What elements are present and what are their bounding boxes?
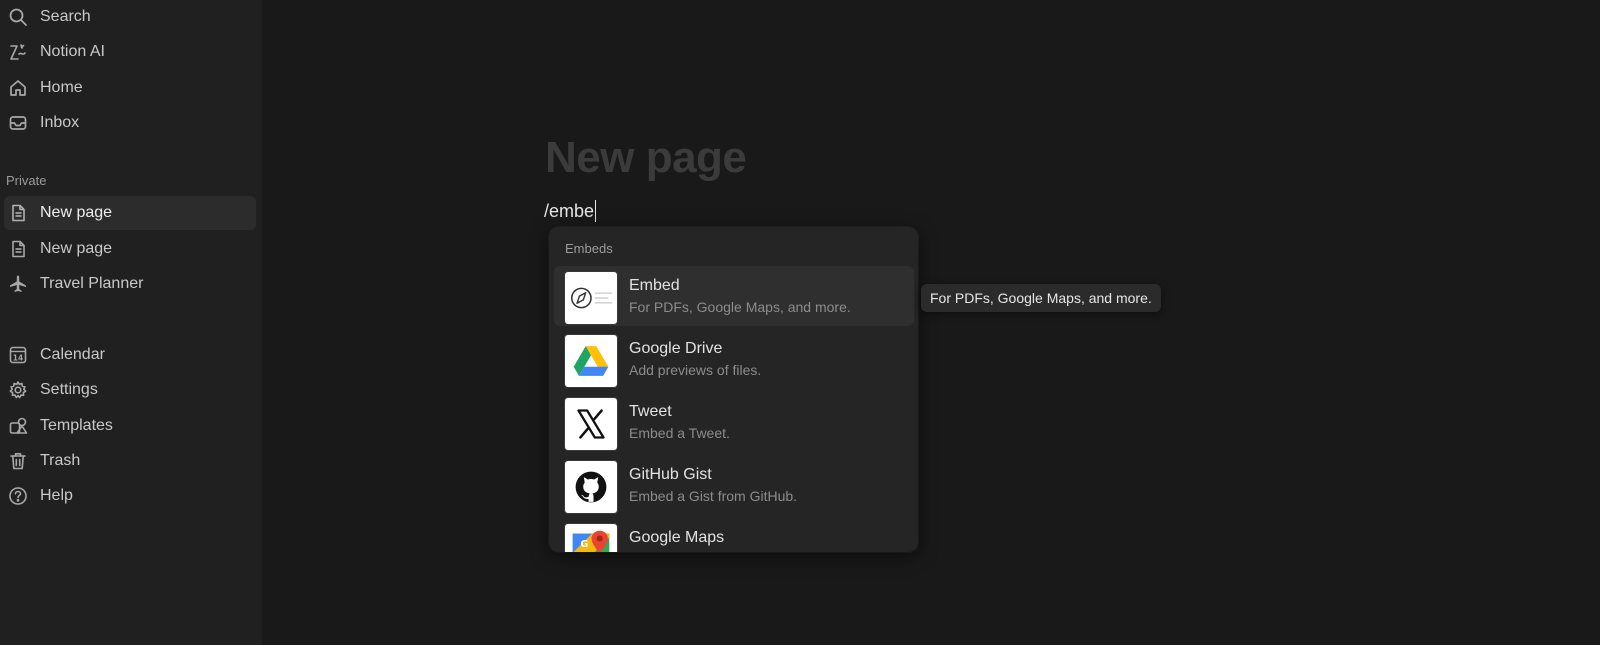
menu-item-title: Google Maps [629, 529, 725, 546]
home-icon [8, 78, 28, 98]
trash-icon [8, 451, 28, 471]
notion-ai-icon [8, 42, 28, 62]
menu-item-description: Add previews of files. [629, 362, 762, 378]
menu-item-embed[interactable]: Embed For PDFs, Google Maps, and more. [554, 266, 914, 326]
sidebar-item-label: Travel Planner [40, 275, 144, 292]
section-label-private: Private [6, 173, 47, 188]
menu-item-description: Embed a Tweet. [629, 425, 730, 441]
sidebar-item-label: New page [40, 204, 113, 221]
sidebar-item-trash[interactable]: Trash [4, 444, 256, 478]
compass-embed-icon [564, 271, 618, 325]
menu-item-google-drive[interactable]: Google Drive Add previews of files. [554, 329, 914, 389]
sidebar-item-inbox[interactable]: Inbox [4, 106, 256, 140]
inbox-icon [8, 113, 28, 133]
calendar-icon: 14 [8, 345, 28, 365]
sidebar-item-templates[interactable]: Templates [4, 409, 256, 443]
menu-item-title: Embed [629, 277, 680, 294]
slash-command-text: /embe [544, 200, 595, 221]
menu-item-title: Tweet [629, 403, 672, 420]
svg-text:14: 14 [13, 353, 23, 362]
gear-icon [8, 380, 28, 400]
sidebar-page-travel-planner[interactable]: Travel Planner [4, 267, 256, 301]
sidebar-item-label: New page [40, 240, 113, 257]
menu-item-description: For PDFs, Google Maps, and more. [629, 299, 851, 315]
sidebar-item-home[interactable]: Home [4, 71, 256, 105]
sidebar-item-label: Calendar [40, 346, 105, 363]
embeds-menu: Embeds Embed For PDFs, Google Maps, and … [549, 227, 918, 552]
text-caret [595, 200, 597, 222]
sidebar-item-settings[interactable]: Settings [4, 373, 256, 407]
search-icon [8, 7, 28, 27]
google-maps-icon: G [564, 523, 618, 552]
google-drive-icon [564, 334, 618, 388]
templates-icon [8, 416, 28, 436]
airplane-icon [8, 274, 28, 294]
github-icon [564, 460, 618, 514]
embed-tooltip: For PDFs, Google Maps, and more. [921, 284, 1161, 312]
sidebar-item-label: Notion AI [40, 43, 105, 60]
sidebar-item-label: Settings [40, 381, 98, 398]
help-icon [8, 486, 28, 506]
sidebar-item-label: Search [40, 8, 91, 25]
page-title[interactable]: New page [545, 133, 747, 183]
sidebar-item-label: Help [40, 487, 73, 504]
sidebar-item-label: Inbox [40, 114, 80, 131]
slash-command-input[interactable]: /embe [544, 200, 597, 222]
sidebar-item-search[interactable]: Search [4, 0, 256, 34]
menu-item-google-maps[interactable]: G Google Maps [554, 518, 914, 552]
menu-item-title: Google Drive [629, 340, 723, 357]
menu-item-github-gist[interactable]: GitHub Gist Embed a Gist from GitHub. [554, 455, 914, 515]
sidebar-item-label: Templates [40, 417, 113, 434]
menu-item-description: Embed a Gist from GitHub. [629, 488, 798, 504]
sidebar-item-notion-ai[interactable]: Notion AI [4, 35, 256, 69]
sidebar: Search Notion AI Home Inbox Private New … [0, 0, 262, 645]
sidebar-item-label: Home [40, 79, 83, 96]
sidebar-item-label: Trash [40, 452, 81, 469]
x-logo-icon [564, 397, 618, 451]
sidebar-item-calendar[interactable]: 14 Calendar [4, 338, 256, 372]
menu-item-tweet[interactable]: Tweet Embed a Tweet. [554, 392, 914, 452]
menu-section-header: Embeds [565, 241, 613, 256]
sidebar-page-new-page-2[interactable]: New page [4, 232, 256, 266]
page-icon [8, 239, 28, 259]
svg-text:G: G [580, 539, 588, 550]
page-icon [8, 203, 28, 223]
sidebar-page-new-page-1[interactable]: New page [4, 196, 256, 230]
menu-item-title: GitHub Gist [629, 466, 712, 483]
sidebar-item-help[interactable]: Help [4, 479, 256, 513]
